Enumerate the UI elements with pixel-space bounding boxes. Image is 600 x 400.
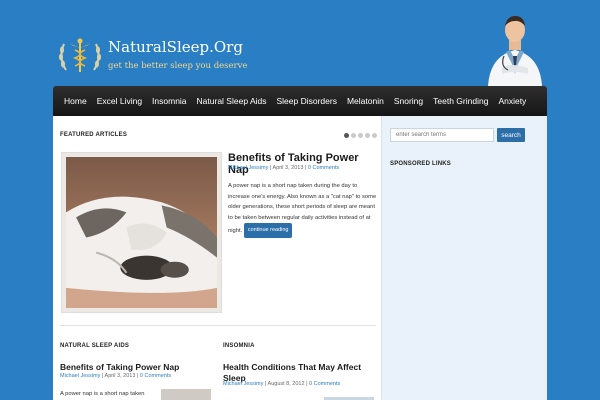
nav-anxiety[interactable]: Anxiety: [493, 86, 531, 116]
column-article-meta: Michael Jessimy | April 3, 2013 | 0 Comm…: [60, 373, 172, 379]
post-date: August 8, 2012: [267, 381, 305, 387]
featured-articles-label: FEATURED ARTICLES: [60, 132, 128, 138]
nav-sleep-disorders[interactable]: Sleep Disorders: [271, 86, 341, 116]
search-input[interactable]: [390, 128, 494, 142]
featured-article-meta: Michael Jessimy | April 3, 2013 | 0 Comm…: [228, 165, 340, 171]
nav-natural-sleep-aids[interactable]: Natural Sleep Aids: [192, 86, 272, 116]
natural-sleep-aids-label: NATURAL SLEEP AIDS: [60, 343, 130, 349]
column-article-excerpt: A power nap is a short nap taken: [60, 391, 145, 397]
featured-image-sleeping-cat[interactable]: [61, 152, 222, 313]
post-date: April 3, 2013: [104, 373, 136, 379]
site-tagline: get the better sleep you deserve: [108, 61, 248, 71]
insomnia-label: INSOMNIA: [223, 343, 255, 349]
search-button[interactable]: search: [497, 128, 525, 142]
site-logo[interactable]: NaturalSleep.Org get the better sleep yo…: [56, 36, 247, 76]
column-article-thumbnail[interactable]: [161, 389, 211, 400]
comments-link[interactable]: 0 Comments: [308, 165, 339, 171]
slider-dot-4[interactable]: [365, 133, 370, 138]
continue-reading-button[interactable]: continue reading: [243, 223, 293, 238]
slider-dot-5[interactable]: [372, 133, 377, 138]
comments-link[interactable]: 0 Comments: [309, 381, 340, 387]
slider-dot-3[interactable]: [358, 133, 363, 138]
author-link[interactable]: Michael Jessimy: [223, 381, 263, 387]
comments-link[interactable]: 0 Comments: [140, 373, 171, 379]
sponsored-links-label: SPONSORED LINKS: [390, 161, 452, 167]
post-date: April 3, 2013: [272, 165, 304, 171]
nav-snoring[interactable]: Snoring: [389, 86, 428, 116]
nav-teeth-grinding[interactable]: Teeth Grinding: [428, 86, 493, 116]
nav-insomnia[interactable]: Insomnia: [147, 86, 192, 116]
author-link[interactable]: Michael Jessimy: [228, 165, 268, 171]
nav-excel-living[interactable]: Excel Living: [92, 86, 147, 116]
sidebar: search SPONSORED LINKS: [381, 116, 547, 400]
nav-melatonin[interactable]: Melatonin: [342, 86, 389, 116]
column-article-title[interactable]: Benefits of Taking Power Nap: [60, 362, 210, 373]
main-nav: Home Excel Living Insomnia Natural Sleep…: [53, 86, 547, 116]
nav-home[interactable]: Home: [59, 86, 92, 116]
main-content: FEATURED ARTICLES Benefits of Taking Pow…: [53, 116, 381, 400]
column-article-meta: Michael Jessimy | August 8, 2012 | 0 Com…: [223, 381, 341, 387]
author-link[interactable]: Michael Jessimy: [60, 373, 100, 379]
slider-dot-1[interactable]: [344, 133, 349, 138]
slider-dots: [344, 133, 377, 138]
doctor-image: [488, 16, 542, 86]
site-title[interactable]: NaturalSleep.Org: [108, 38, 247, 56]
featured-article-excerpt: A power nap is a short nap taken during …: [228, 181, 378, 238]
section-divider: [60, 325, 376, 326]
caduceus-laurel-icon: [59, 38, 101, 72]
slider-dot-2[interactable]: [351, 133, 356, 138]
featured-article-title[interactable]: Benefits of Taking Power Nap: [228, 152, 381, 176]
